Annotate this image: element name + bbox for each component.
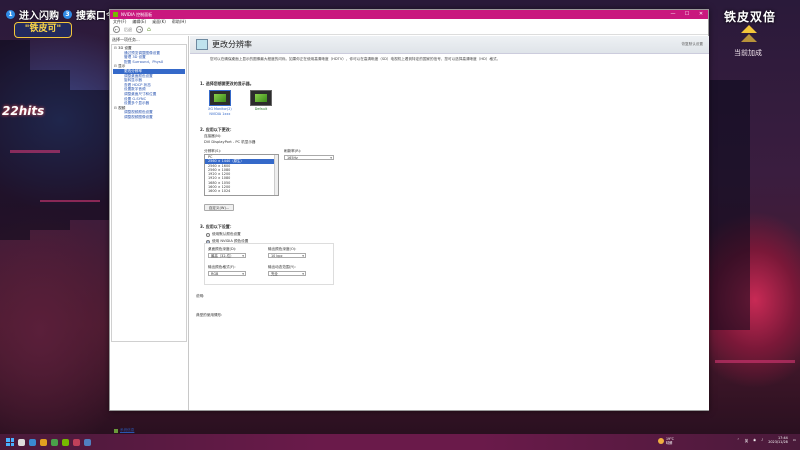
forward-arrow-icon[interactable]: → [136,26,143,33]
page-title: 更改分辨率 [212,40,252,49]
clock-date: 2023/11/28 [768,440,788,445]
promo-banner-title: 铁皮双倍 [724,10,777,24]
coupon-code-badge: "铁皮可" [14,22,72,38]
browser-icon[interactable] [40,438,47,446]
back-arrow-icon[interactable]: ← [113,26,120,33]
volume-icon[interactable]: ♪ [761,438,763,442]
page-description: 您可以在确保桌面上显示的图像最大程度的闪烁。如果你正在使用高清晰度（HDTV），… [210,57,501,61]
section-apply-settings: 3. 应用以下设置： [200,224,234,229]
listbox-scrollbar[interactable] [274,155,278,195]
monitor-sub: NVIDIA 1xxx [209,112,231,116]
output-range-label: 输出动态范围(Y): [268,265,296,269]
menu-edit[interactable]: 编辑(E) [132,19,146,25]
menu-file[interactable]: 文件(F) [113,19,126,25]
connection-label: 连接器(N): [204,134,222,138]
resolution-option[interactable]: 1600 × 1024 [205,189,278,193]
resolution-listbox[interactable]: PC 2560 × 1440（原生） 2560 × 1600 2560 × 1080 1… [204,154,279,196]
output-depth-dropdown[interactable]: 10 bpc [268,253,306,258]
connection-value: DVI DisplayPort - PC 机显示器 [204,140,256,144]
title-bar[interactable]: NVIDIA 控制面板 — ☐ ✕ [110,10,708,19]
app-icon[interactable] [84,438,91,446]
moon-icon [658,438,664,444]
promo-banner-subtitle: 当前加成 [734,49,762,57]
content-panel: 更改分辨率 恢复默认设置 您可以在确保桌面上显示的图像最大程度的闪烁。如果你正在… [190,36,709,410]
page-header: 更改分辨率 恢复默认设置 [190,36,709,54]
sidebar-header: 选择一项任务... [112,37,140,42]
window-title: NVIDIA 控制面板 [121,11,153,17]
display-icon [196,39,208,50]
system-info-link[interactable]: 系统信息 [114,428,134,433]
taskbar: 19°C 晴朗 ⌃ 英 ◉ ♪ 17:44 2023/11/28 ▭ [0,434,800,450]
close-button[interactable]: ✕ [694,10,708,19]
game-combo-counter: 22hits [2,104,45,118]
file-explorer-icon[interactable] [29,438,36,446]
chevron-up-icon [741,34,757,42]
system-tray: ⌃ 英 ◉ ♪ 17:44 2023/11/28 ▭ [737,436,796,444]
input-language[interactable]: 英 [745,438,748,443]
weather-desc: 晴朗 [666,441,673,445]
network-icon[interactable]: ◉ [753,438,756,442]
minimize-button[interactable]: — [666,10,680,19]
windows-start-icon[interactable] [6,438,14,446]
output-format-dropdown[interactable]: RGB [208,271,246,276]
info-icon [114,428,118,433]
section-select-display: 1. 选择您想要更改的显示器。 [200,81,254,86]
menu-help[interactable]: 帮助(H) [172,19,186,25]
step-text: 进入闪购 [19,10,59,22]
menu-desktop[interactable]: 桌面(K) [152,19,166,25]
section-apply-changes: 2. 应用以下更改： [200,127,234,132]
customize-button[interactable]: 自定义(W)... [204,204,234,211]
search-icon[interactable] [18,438,25,446]
back-label[interactable]: 后退 [124,27,132,33]
chevron-up-icon[interactable]: ⌃ [737,438,740,442]
output-depth-label: 输出颜色深度(O): [268,247,297,251]
weather-widget[interactable]: 19°C 晴朗 [658,437,674,445]
usage-label: 典型的使用情形: [196,313,223,317]
monitor-name: Default [254,107,268,111]
nvidia-control-panel-window: NVIDIA 控制面板 — ☐ ✕ 文件(F) 编辑(E) 桌面(K) 帮助(H… [109,9,709,433]
step-number: 3 [63,9,72,19]
refresh-rate-label: 刷新率(R): [284,149,302,153]
refresh-rate-dropdown[interactable]: 165Hz [284,155,334,160]
task-sidebar: 选择一项任务... 3D 设置通过预览调整图像设置管理 3D 设置配置 Surr… [110,36,189,433]
description-label: 说明: [196,294,205,298]
radio-icon [206,232,210,237]
step-number: 1 [6,9,15,19]
output-range-dropdown[interactable]: 完全 [268,271,306,276]
maximize-button[interactable]: ☐ [680,10,694,19]
nvidia-logo-icon [113,12,118,17]
notification-icon[interactable]: ▭ [793,438,796,442]
output-format-label: 输出颜色格式(F): [208,265,236,269]
monitor-name: XG Monitor(2) [208,107,232,111]
clock[interactable]: 17:44 2023/11/28 [768,436,788,444]
home-icon[interactable]: ⌂ [147,26,154,33]
app-icon[interactable] [73,438,80,446]
mouse-cursor [366,191,369,197]
task-tree: 3D 设置通过预览调整图像设置管理 3D 设置配置 Surround、PhysX… [111,44,187,342]
toolbar: ← 后退 → ⌂ [110,25,708,35]
monitor-option[interactable]: Default [250,90,272,111]
monitor-option[interactable]: XG Monitor(2) NVIDIA 1xxx [208,90,232,116]
radio-default-color[interactable]: 使用默认颜色设置 [206,232,241,237]
restore-defaults-link[interactable]: 恢复默认设置 [681,42,703,47]
desktop-depth-dropdown[interactable]: 最高（32-位） [208,253,246,258]
radio-label: 使用默认颜色设置 [212,232,241,236]
system-info-label: 系统信息 [120,428,135,432]
desktop-depth-label: 桌面颜色深度(D): [208,247,237,251]
nvidia-taskbar-icon[interactable] [62,438,69,446]
app-icon[interactable] [51,438,58,446]
tree-item[interactable]: 调整视频图像设置 [113,115,185,120]
chevron-up-icon [741,25,757,33]
stream-instructions: 1 进入闪购 3 搜索口令 [6,6,116,22]
